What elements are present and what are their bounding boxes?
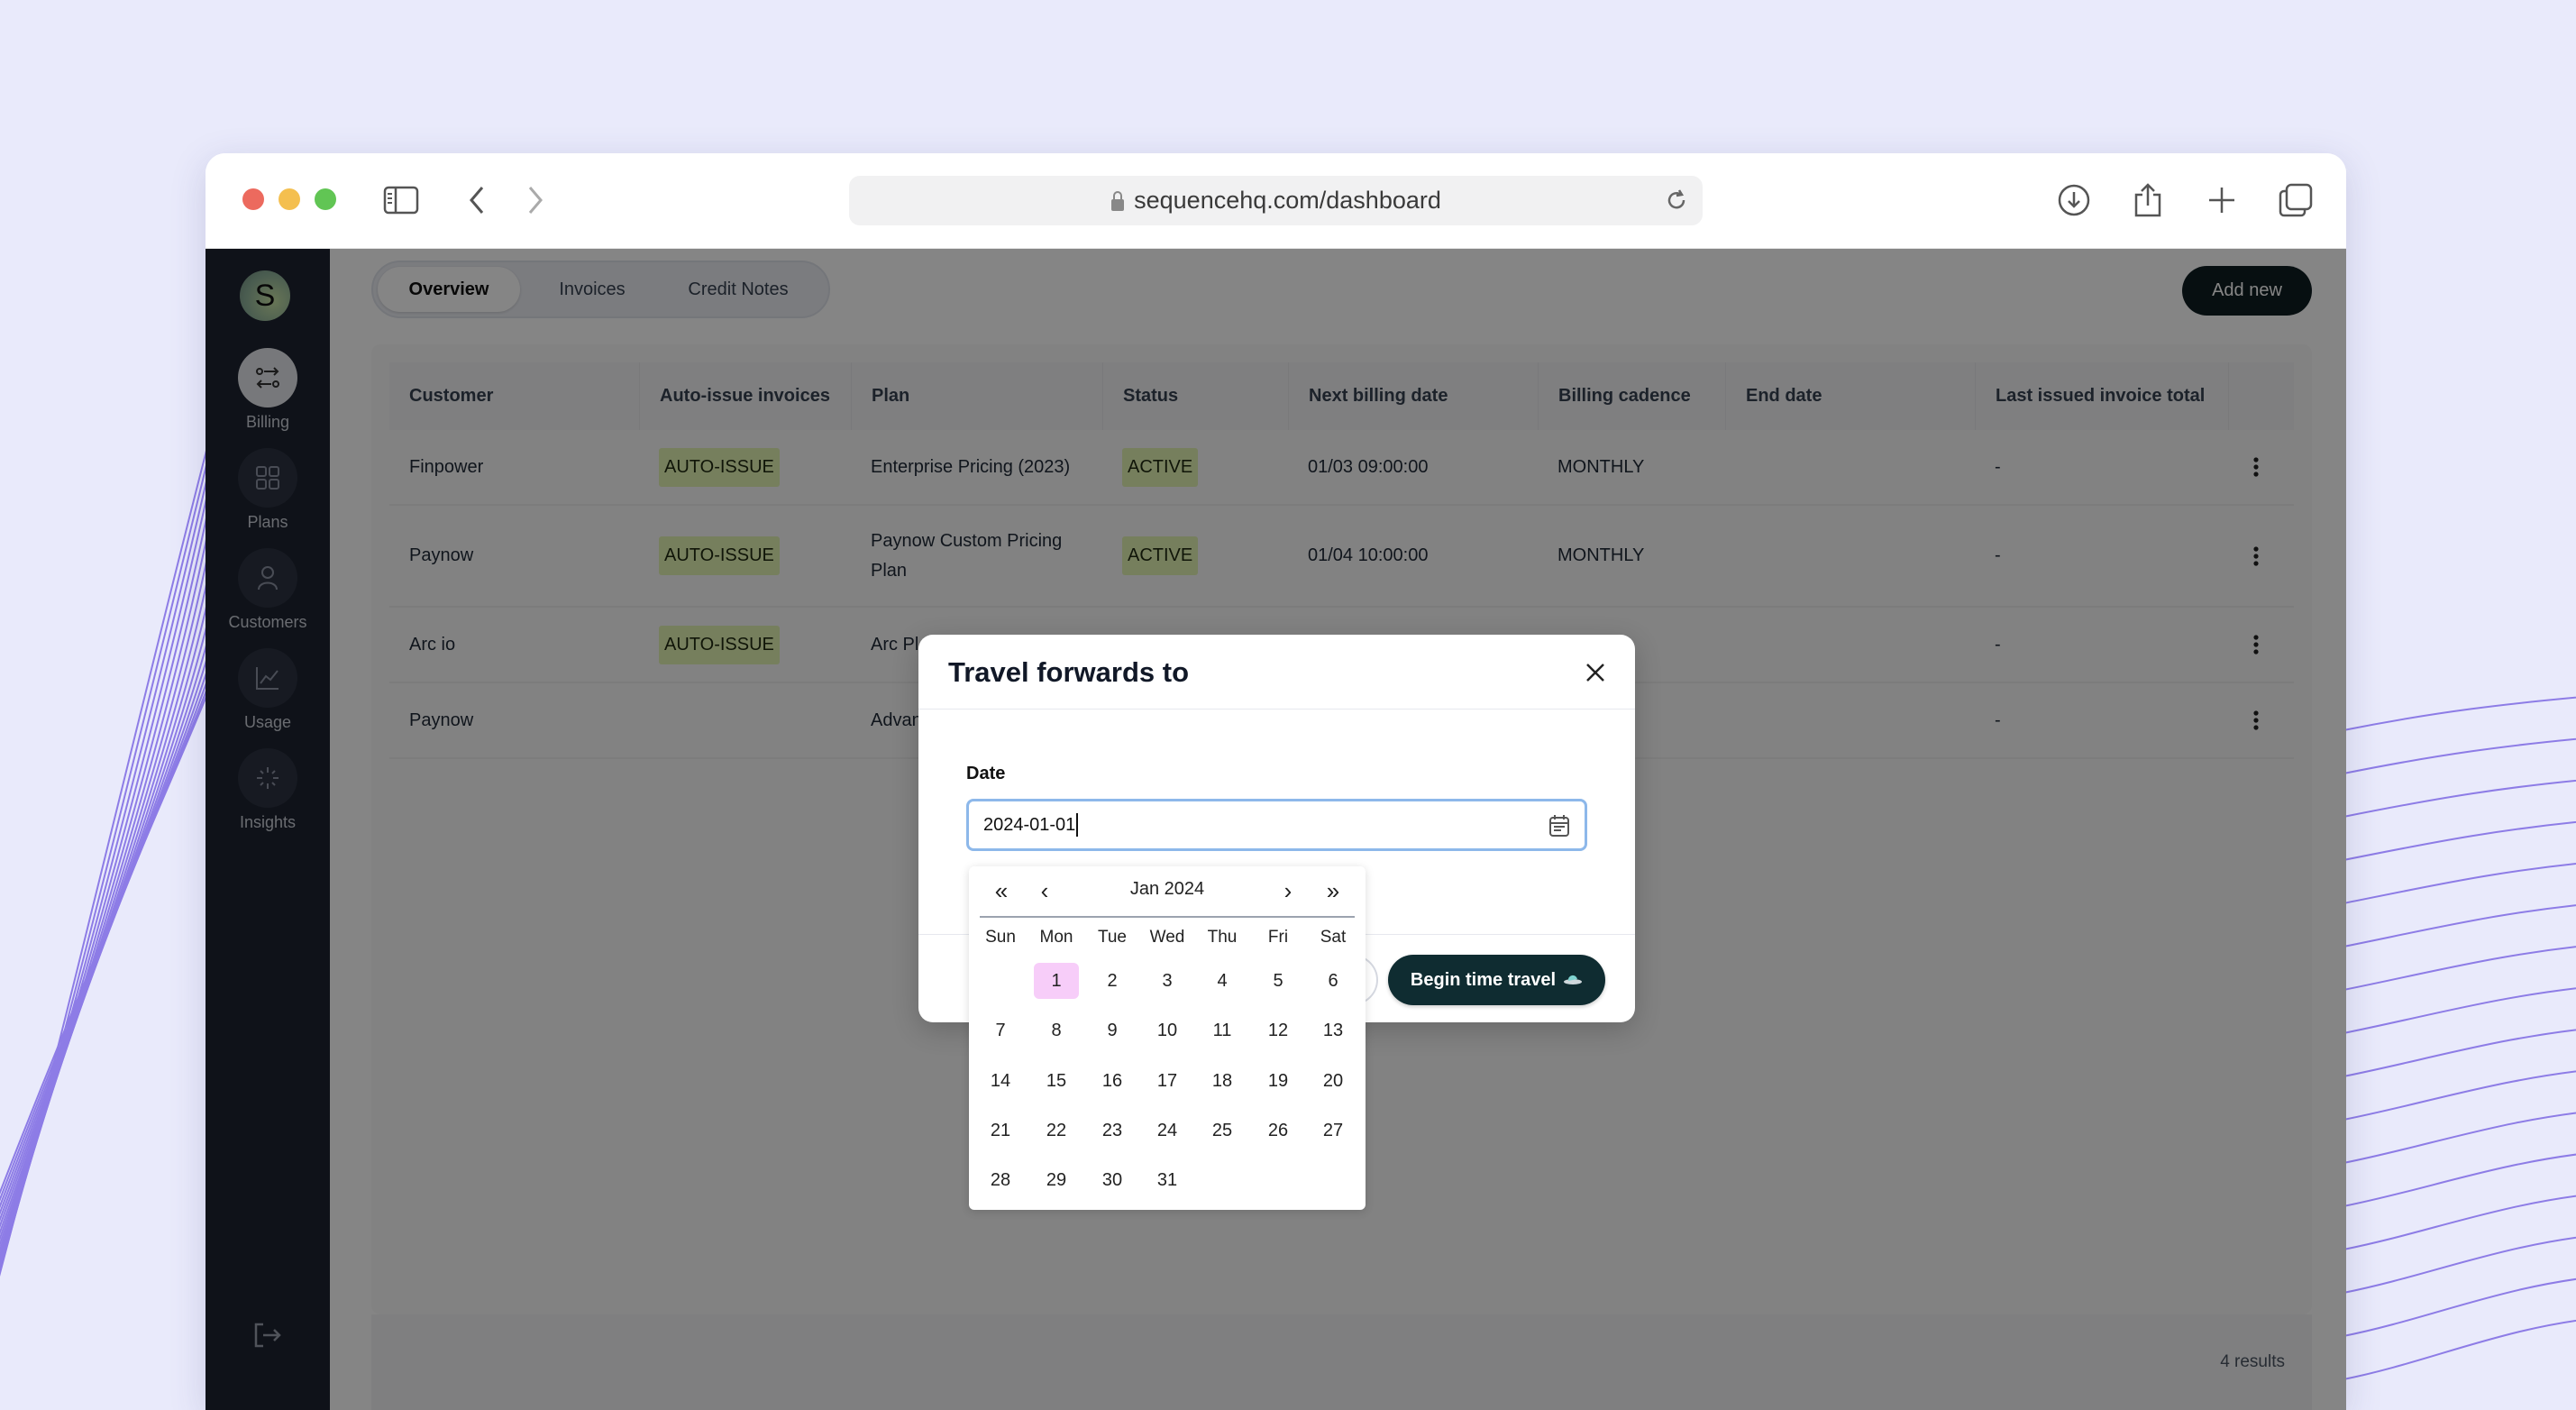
begin-label: Begin time travel bbox=[1410, 969, 1557, 990]
calendar-day[interactable]: 14 bbox=[978, 1063, 1023, 1099]
date-label: Date bbox=[966, 764, 1006, 783]
prev-month-button[interactable]: ‹ bbox=[1027, 877, 1063, 905]
decorative-line bbox=[2343, 1195, 2576, 1250]
decorative-line bbox=[2343, 696, 2576, 731]
weekday-label: Tue bbox=[1097, 928, 1128, 947]
weekday-label: Thu bbox=[1207, 928, 1238, 947]
weekday-label: Fri bbox=[1267, 928, 1289, 947]
calendar-icon[interactable] bbox=[1548, 814, 1570, 838]
ufo-icon bbox=[1564, 975, 1583, 984]
calendar-day[interactable]: 21 bbox=[978, 1112, 1023, 1149]
decorative-line bbox=[2343, 820, 2576, 861]
calendar-day[interactable]: 11 bbox=[1200, 1012, 1245, 1048]
calendar-day[interactable]: 27 bbox=[1311, 1112, 1356, 1149]
calendar-day[interactable]: 17 bbox=[1145, 1063, 1190, 1099]
weekday-label: Mon bbox=[1039, 928, 1073, 947]
calendar-day[interactable]: 16 bbox=[1090, 1063, 1135, 1099]
calendar-day[interactable]: 18 bbox=[1200, 1063, 1245, 1099]
calendar-day[interactable]: 5 bbox=[1256, 963, 1301, 999]
decorative-line bbox=[2343, 1112, 2576, 1164]
maximize-window-button[interactable] bbox=[315, 188, 336, 210]
address-bar[interactable]: sequencehq.com/dashboard bbox=[849, 176, 1703, 225]
calendar-day[interactable]: 20 bbox=[1311, 1063, 1356, 1099]
decorative-line bbox=[0, 342, 235, 1277]
decorative-line bbox=[2343, 779, 2576, 818]
calendar-day[interactable]: 10 bbox=[1145, 1012, 1190, 1048]
weekday-label: Sat bbox=[1320, 928, 1347, 947]
browser-toolbar: sequencehq.com/dashboard bbox=[206, 153, 2346, 249]
calendar-day[interactable]: 29 bbox=[1034, 1162, 1079, 1198]
calendar-day[interactable]: 24 bbox=[1145, 1112, 1190, 1149]
calendar-day[interactable]: 19 bbox=[1256, 1063, 1301, 1099]
decorative-line bbox=[0, 374, 235, 1263]
calendar-day[interactable]: 23 bbox=[1090, 1112, 1135, 1149]
next-year-button[interactable]: » bbox=[1315, 877, 1351, 905]
decorative-line bbox=[2343, 1153, 2576, 1207]
decorative-line bbox=[2343, 987, 2576, 1034]
reload-icon[interactable] bbox=[1663, 187, 1690, 214]
divider bbox=[918, 709, 1635, 710]
lock-icon bbox=[1111, 190, 1125, 211]
calendar-day[interactable]: 3 bbox=[1145, 963, 1190, 999]
decorative-line bbox=[0, 421, 238, 1229]
calendar-day[interactable]: 4 bbox=[1200, 963, 1245, 999]
modal-title: Travel forwards to bbox=[948, 656, 1190, 688]
sidebar-toggle-icon[interactable] bbox=[383, 182, 419, 218]
weekday-label: Sun bbox=[985, 928, 1016, 947]
date-picker-popup: Jan 2024 « ‹ › » Sun Mon Tue Wed Thu Fri Sat 1 2… bbox=[969, 866, 1366, 1210]
share-icon[interactable] bbox=[2130, 182, 2166, 218]
calendar-day[interactable]: 28 bbox=[978, 1162, 1023, 1198]
decorative-line bbox=[2343, 1070, 2576, 1121]
forward-icon[interactable] bbox=[517, 182, 553, 218]
decorative-line bbox=[0, 358, 235, 1271]
tabs-overview-icon[interactable] bbox=[2278, 182, 2314, 218]
decorative-line bbox=[2343, 904, 2576, 948]
decorative-line bbox=[0, 389, 235, 1253]
calendar-day[interactable]: 12 bbox=[1256, 1012, 1301, 1048]
decorative-line bbox=[0, 350, 235, 1275]
calendar-day[interactable]: 25 bbox=[1200, 1112, 1245, 1149]
download-icon[interactable] bbox=[2056, 182, 2092, 218]
date-input[interactable]: 2024-01-01 bbox=[966, 799, 1587, 851]
divider bbox=[980, 916, 1355, 918]
decorative-line bbox=[0, 398, 235, 1247]
calendar-day[interactable]: 1 bbox=[1034, 963, 1079, 999]
back-icon[interactable] bbox=[459, 182, 495, 218]
minimize-window-button[interactable] bbox=[279, 188, 300, 210]
calendar-day[interactable]: 22 bbox=[1034, 1112, 1079, 1149]
decorative-line bbox=[2343, 1029, 2576, 1077]
calendar-day[interactable]: 31 bbox=[1145, 1162, 1190, 1198]
calendar-day[interactable]: 2 bbox=[1090, 963, 1135, 999]
calendar-day[interactable]: 8 bbox=[1034, 1012, 1079, 1048]
decorative-line bbox=[0, 366, 235, 1268]
calendar-day[interactable]: 30 bbox=[1090, 1162, 1135, 1198]
url-text: sequencehq.com/dashboard bbox=[1134, 187, 1441, 214]
decorative-line bbox=[2343, 737, 2576, 774]
begin-time-travel-button[interactable]: Begin time travel bbox=[1388, 955, 1605, 1005]
next-month-button[interactable]: › bbox=[1270, 877, 1306, 905]
calendar-day[interactable]: 7 bbox=[978, 1012, 1023, 1048]
calendar-day[interactable]: 26 bbox=[1256, 1112, 1301, 1149]
calendar-day[interactable]: 6 bbox=[1311, 963, 1356, 999]
close-icon[interactable] bbox=[1585, 662, 1606, 683]
prev-year-button[interactable]: « bbox=[983, 877, 1019, 905]
date-value: 2024-01-01 bbox=[983, 814, 1076, 835]
decorative-line bbox=[2343, 946, 2576, 991]
decorative-line bbox=[2343, 1319, 2576, 1380]
close-window-button[interactable] bbox=[242, 188, 264, 210]
calendar-day[interactable]: 15 bbox=[1034, 1063, 1079, 1099]
text-caret bbox=[1076, 813, 1079, 837]
calendar-day[interactable]: 13 bbox=[1311, 1012, 1356, 1048]
new-tab-icon[interactable] bbox=[2204, 182, 2240, 218]
weekday-label: Wed bbox=[1149, 928, 1185, 947]
calendar-day[interactable]: 9 bbox=[1090, 1012, 1135, 1048]
decorative-line bbox=[2343, 862, 2576, 904]
